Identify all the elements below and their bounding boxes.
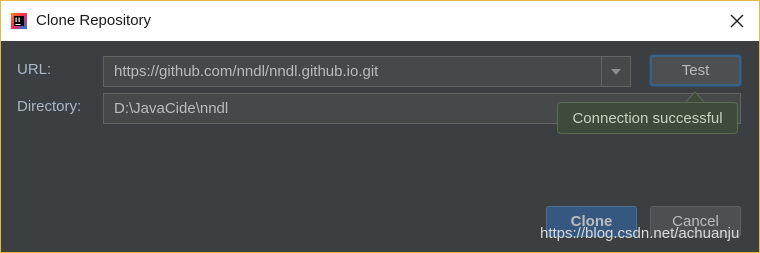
connection-tooltip: Connection successful	[557, 102, 738, 134]
url-value: https://github.com/nndl/nndl.github.io.g…	[114, 63, 379, 80]
directory-label: Directory:	[17, 98, 82, 115]
url-label: URL:	[17, 61, 52, 78]
clone-repository-dialog: Clone Repository URL: https://github.com…	[0, 0, 760, 253]
chevron-down-icon	[611, 68, 621, 75]
tooltip-text: Connection successful	[572, 109, 723, 127]
close-icon[interactable]	[729, 13, 745, 29]
title-bar: Clone Repository	[1, 1, 759, 41]
url-dropdown-button[interactable]	[601, 57, 630, 86]
intellij-idea-icon	[11, 13, 27, 29]
test-button[interactable]: Test	[650, 55, 741, 86]
dialog-title: Clone Repository	[36, 12, 152, 29]
url-combobox[interactable]: https://github.com/nndl/nndl.github.io.g…	[103, 56, 631, 87]
directory-value: D:\JavaCide\nndl	[114, 100, 229, 117]
watermark-text: https://blog.csdn.net/achuanju	[540, 225, 740, 242]
